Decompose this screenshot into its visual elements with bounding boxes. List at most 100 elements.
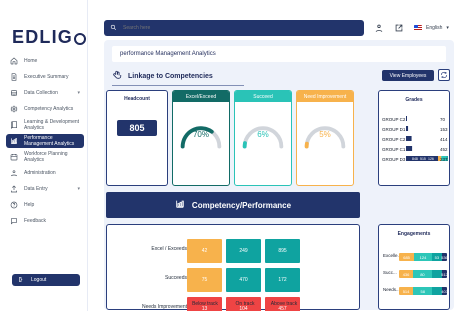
grades-bar-value: 2373 [440,157,448,162]
sidebar-nav: Home Executive Summary Data Collection ▾ [6,54,84,230]
engagement-segment: 436 [399,270,414,278]
engagement-bar: 514 58 403 [399,287,447,295]
headcount-card: Headcount 805 [106,90,168,186]
language-label: English [426,25,443,31]
help-icon [10,201,18,209]
app-root: EDLIG Home Executive Summary Data Collec… [0,0,459,311]
sidebar-item-competency-analytics[interactable]: Competency Analytics [6,102,84,116]
competency-performance-banner: Competency/Performance [106,192,360,218]
engagement-segment: 403 [441,287,447,295]
database-icon [10,89,18,97]
sidebar-item-executive-summary[interactable]: Executive Summary [6,70,84,84]
language-selector[interactable]: English ▾ [414,25,449,31]
grades-category-label: GROUP D3 [382,157,406,162]
grades-category-label: GROUP C2 [382,117,406,122]
sidebar-item-home[interactable]: Home [6,54,84,68]
view-employees-label: View Employees [389,72,427,79]
grades-bar-segment [406,116,407,121]
chevron-down-icon: ▾ [77,186,80,192]
grades-segment-label: 515 [420,157,426,161]
engagement-label: Needs... [383,287,400,292]
competency-matrix-card: Excel / Exceeds Succeeds Needs Improveme… [106,224,360,311]
grades-card: Grades GROUP C2 70 GROUP D1 153 GROUP C2 414 G… [378,90,450,186]
matrix-cell[interactable]: 895 [265,239,300,263]
document-icon [10,73,18,81]
share-icon[interactable] [394,23,404,33]
section-title-text: Linkage to Competencies [128,72,213,80]
engagement-bar: 436 80 512 [399,270,447,278]
matrix-col-label: Below track [192,301,218,307]
matrix-row-label: Succeeds [165,275,187,281]
engagement-segment: 685 [399,253,415,261]
book-icon [10,121,18,129]
engagement-row: Succ... 436 80 512 [383,270,447,280]
matrix-row-label: Needs Improvement [141,304,187,310]
grades-bar-value: 414 [440,137,448,142]
bar-chart-icon [175,199,185,211]
gauge-header: Need Improvement [297,91,353,102]
app-logo-text: EDLIG [12,27,74,47]
section-title: Linkage to Competencies [112,68,213,84]
section-underline [112,85,244,86]
chevron-down-icon: ▾ [446,25,449,31]
refresh-icon [440,66,448,84]
grades-bar-segment [406,126,409,131]
grades-category-label: GROUP C1 [382,147,406,152]
topbar: English ▾ [104,20,454,36]
sidebar-item-label: Competency Analytics [24,106,74,112]
grades-category-label: GROUP D1 [382,127,406,132]
engagement-segment: 514 [399,287,414,295]
refresh-button[interactable] [438,69,450,81]
sidebar-item-workforce-planning[interactable]: Workforce Planning Analytics [6,150,84,164]
breadcrumb-text: performance Management Analytics [120,51,216,57]
headcount-label: Headcount [124,96,150,102]
view-employees-button[interactable]: View Employees [382,70,434,81]
gauge-percent: 5% [319,130,331,139]
engagement-segment: 58 [413,287,433,295]
matrix-col-label: On track [235,301,255,307]
sidebar-item-label: Data Entry [24,186,48,192]
sidebar-item-label: Feedback [24,218,46,224]
sidebar-item-label: Help [24,202,35,208]
sidebar: EDLIG Home Executive Summary Data Collec… [0,0,88,311]
sidebar-item-label: Learning & Development Analytics [24,119,80,131]
sidebar-item-label: Executive Summary [24,74,69,80]
sidebar-item-label: Administration [24,170,56,176]
grades-chart: GROUP C2 70 GROUP D1 153 GROUP C2 414 GROUP C1… [382,116,448,162]
upload-icon [10,185,18,193]
main: English ▾ performance Management Analyti… [88,0,459,311]
chart-icon [10,137,18,145]
matrix-cell[interactable]: 249 [226,239,261,263]
matrix-cell[interactable]: 75 [187,268,222,292]
search-icon [110,24,117,33]
app-logo: EDLIG [12,27,87,48]
engagement-segment: 536 [441,253,447,261]
gauge-card-excel-exceed: Excel/Exceed 70% [172,90,230,186]
gauge-card-need-improvement: Need Improvement 5% [296,90,354,186]
gear-icon [10,105,18,113]
sidebar-item-help[interactable]: Help [6,198,84,212]
logout-button[interactable]: Logout [12,274,80,286]
chat-icon [10,217,18,225]
gauge-percent: 6% [257,130,269,139]
matrix-cell[interactable]: 470 [226,268,261,292]
sidebar-item-feedback[interactable]: Feedback [6,214,84,228]
engagements-title: Engagements [397,231,431,237]
sidebar-item-administration[interactable]: Administration [6,166,84,180]
gauge-header: Succeed [235,91,291,102]
grades-bar-value: 70 [440,117,446,122]
engagement-segment: 124 [414,253,432,261]
calendar-icon [10,153,18,161]
search-bar[interactable] [104,20,364,36]
user-icon[interactable] [374,23,384,33]
sidebar-item-data-entry[interactable]: Data Entry ▾ [6,182,84,196]
sidebar-item-data-collection[interactable]: Data Collection ▾ [6,86,84,100]
sidebar-item-label: Performance Management Analytics [24,135,75,147]
search-input[interactable] [123,25,343,31]
competency-banner-label: Competency/Performance [191,200,292,210]
matrix-cell[interactable]: 172 [265,268,300,292]
sidebar-item-learning-development[interactable]: Learning & Development Analytics [6,118,84,132]
matrix-cell[interactable]: 42 [187,239,222,263]
sidebar-item-performance-management[interactable]: Performance Management Analytics [6,134,84,148]
sidebar-item-label: Workforce Planning Analytics [24,151,68,163]
